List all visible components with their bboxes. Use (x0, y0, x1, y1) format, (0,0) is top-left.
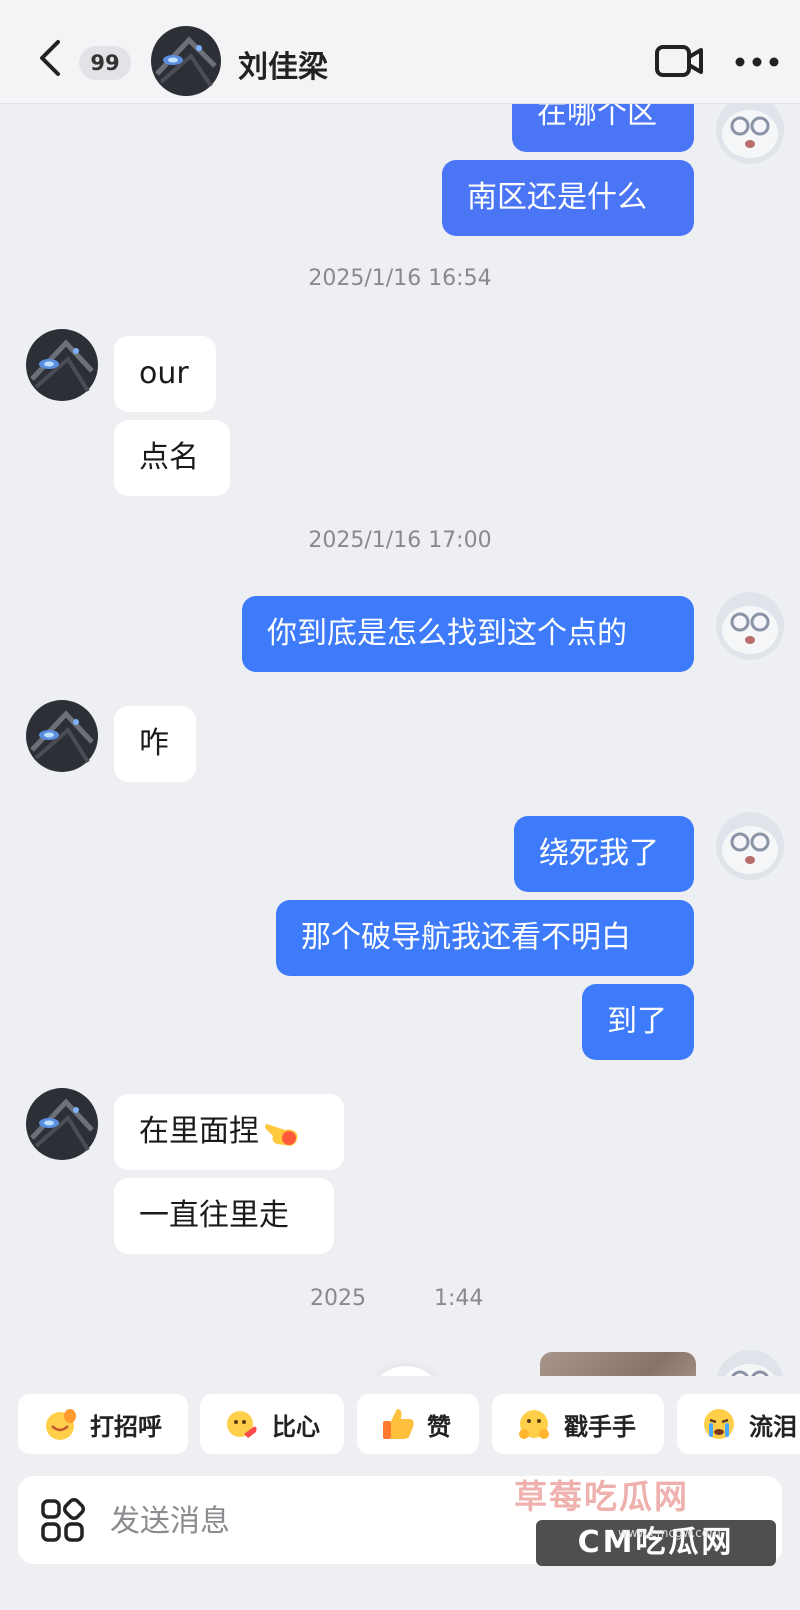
apps-grid-icon[interactable] (40, 1498, 86, 1544)
message-bubble-incoming[interactable]: 咋 (114, 706, 196, 782)
back-arrow-icon[interactable] (34, 38, 68, 78)
message-bubble-incoming[interactable]: 点名 (114, 420, 230, 496)
message-bubble-outgoing[interactable]: 绕死我了 (514, 816, 694, 892)
thumbs-up-emoji-icon (383, 1409, 414, 1439)
message-text: 在里面捏 (139, 1114, 259, 1149)
quick-reply-label: 戳手手 (564, 1412, 636, 1441)
message-bubble-incoming[interactable]: our (114, 336, 216, 412)
more-options-icon[interactable] (734, 55, 780, 69)
quick-reply-label: 比心 (272, 1412, 320, 1441)
quick-reply-heart[interactable]: 比心 (200, 1394, 344, 1454)
quick-reply-like[interactable]: 赞 (357, 1394, 479, 1454)
message-input[interactable] (108, 1476, 532, 1566)
message-list[interactable]: 在哪个区 南区还是什么 2025/1/16 16:54 our 点名 2025/… (0, 104, 800, 1376)
quick-reply-bar: 打招呼 比心 赞 戳手手 流泪 (0, 1376, 800, 1456)
my-avatar[interactable] (714, 810, 786, 882)
my-avatar[interactable] (714, 1348, 786, 1376)
message-timestamp: 2025/1/16 16:54 (308, 266, 492, 291)
watermark-text: 草莓吃瓜网 (514, 1477, 689, 1516)
message-bubble-outgoing[interactable]: 南区还是什么 (442, 160, 694, 236)
contact-avatar[interactable] (26, 329, 98, 401)
message-bubble-outgoing[interactable]: 那个破导航我还看不明白 (276, 900, 694, 976)
my-avatar[interactable] (714, 104, 786, 166)
watermark-url: www.cmcgw.com (618, 1526, 721, 1540)
contact-avatar[interactable] (26, 1088, 98, 1160)
quick-reply-label: 流泪 (749, 1412, 797, 1441)
heart-hands-emoji-icon (227, 1411, 257, 1438)
scroll-to-bottom-button[interactable] (367, 1366, 445, 1376)
image-message-preview[interactable] (540, 1352, 696, 1376)
poke-emoji-icon (519, 1410, 549, 1439)
message-timestamp: 2025 (310, 1286, 366, 1311)
quick-reply-label: 打招呼 (90, 1412, 162, 1441)
wave-emoji-icon (46, 1409, 76, 1440)
pointing-hand-emoji-icon (265, 1124, 298, 1146)
quick-reply-poke[interactable]: 戳手手 (492, 1394, 664, 1454)
site-watermark: 草莓吃瓜网 CM吃瓜网 www.cmcgw.com (514, 1470, 784, 1570)
unread-count-badge[interactable]: 99 (79, 46, 131, 80)
contact-avatar[interactable] (151, 26, 221, 96)
message-timestamp: 2025/1/16 17:00 (308, 528, 492, 553)
chat-header: 99 刘佳梁 (0, 0, 800, 104)
message-timestamp-tail: 1:44 (434, 1286, 484, 1311)
crying-emoji-icon (704, 1409, 734, 1439)
message-bubble-outgoing[interactable]: 你到底是怎么找到这个点的 (242, 596, 694, 672)
video-call-icon[interactable] (654, 44, 704, 78)
my-avatar[interactable] (714, 590, 786, 662)
message-bubble-outgoing[interactable]: 在哪个区 (512, 104, 694, 152)
message-bubble-incoming[interactable]: 一直往里走 (114, 1178, 334, 1254)
contact-name: 刘佳梁 (238, 50, 328, 85)
quick-reply-cry[interactable]: 流泪 (677, 1394, 800, 1454)
contact-avatar[interactable] (26, 700, 98, 772)
quick-reply-greet[interactable]: 打招呼 (18, 1394, 188, 1454)
message-bubble-outgoing[interactable]: 到了 (582, 984, 694, 1060)
message-bubble-incoming[interactable]: 在里面捏 (114, 1094, 344, 1170)
quick-reply-label: 赞 (427, 1412, 451, 1441)
